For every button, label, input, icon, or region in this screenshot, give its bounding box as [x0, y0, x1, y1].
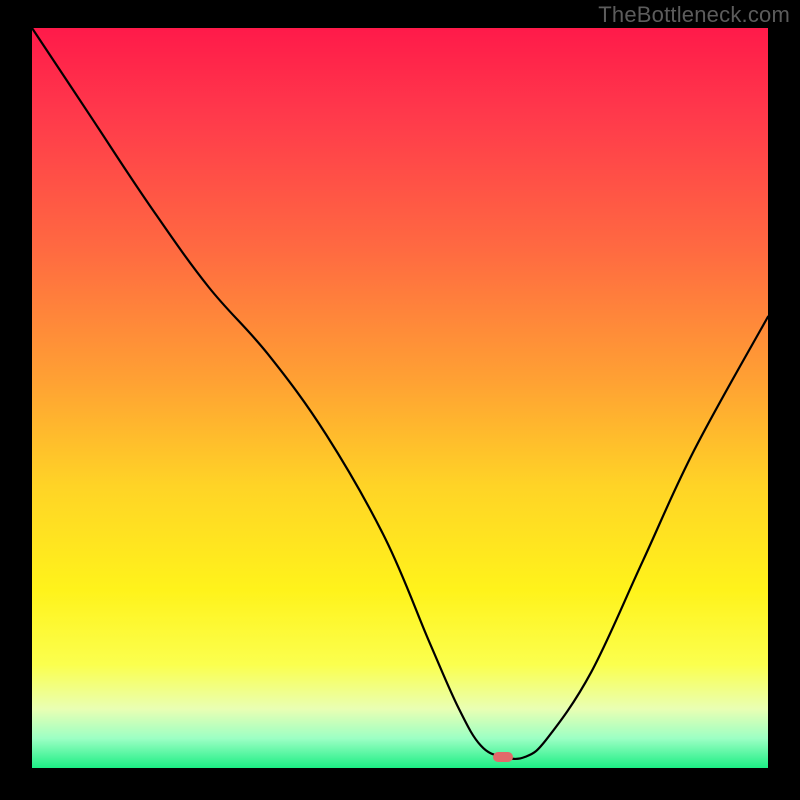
chart-frame: TheBottleneck.com [0, 0, 800, 800]
optimal-point-marker [493, 752, 513, 762]
bottleneck-curve [32, 28, 768, 768]
plot-area [32, 28, 768, 768]
watermark-label: TheBottleneck.com [598, 2, 790, 28]
